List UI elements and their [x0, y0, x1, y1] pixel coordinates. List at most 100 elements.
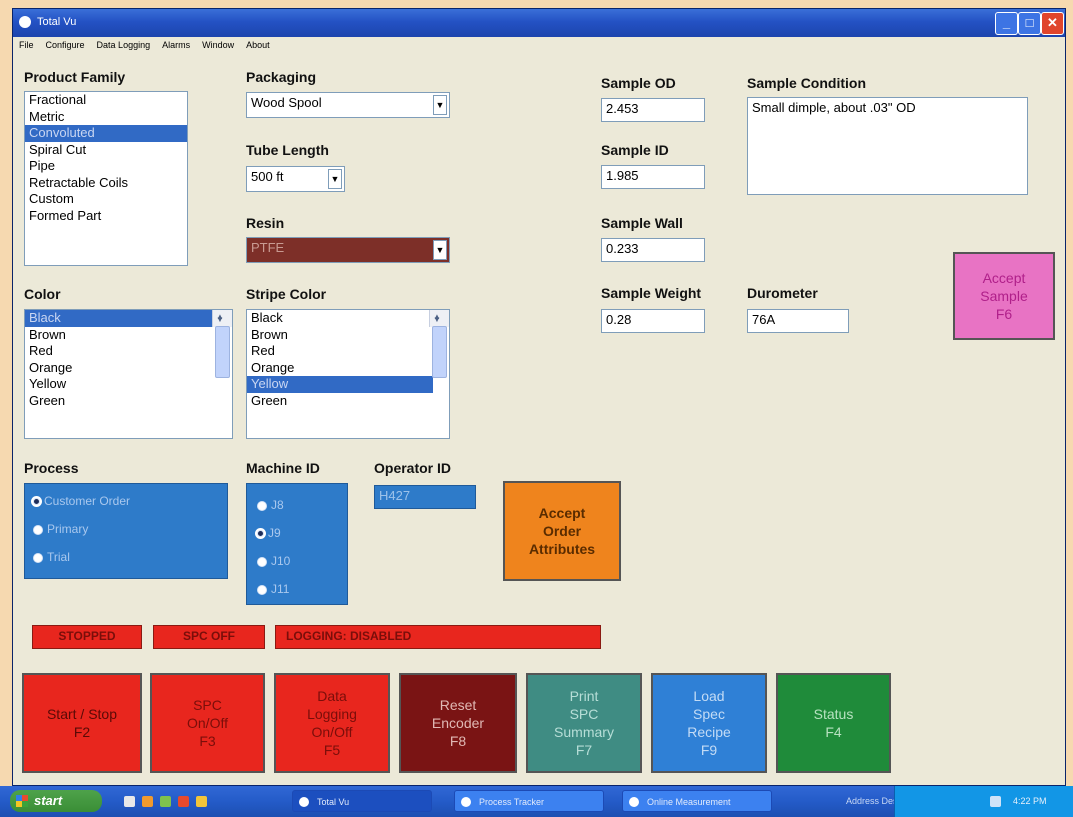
- machine-option-j9[interactable]: J9: [257, 526, 281, 540]
- spc-toggle-button[interactable]: SPC On/Off F3: [150, 673, 265, 773]
- radio-icon: [33, 524, 43, 535]
- quicklaunch-icon[interactable]: [178, 796, 189, 807]
- list-item[interactable]: Retractable Coils: [25, 175, 187, 192]
- durometer-label: Durometer: [747, 285, 818, 301]
- process-option-primary[interactable]: Primary: [33, 522, 88, 536]
- scrollbar[interactable]: ▲ ▼: [212, 310, 232, 378]
- scroll-thumb[interactable]: [215, 326, 230, 378]
- main-window: Total Vu _ □ ✕ File Configure Data Logging…: [12, 8, 1066, 786]
- print-spc-summary-button[interactable]: Print SPC Summary F7: [526, 673, 642, 773]
- system-tray: 4:22 PM: [894, 786, 1073, 817]
- sample-od-field[interactable]: 2.453: [601, 98, 705, 122]
- option-label: J11: [271, 582, 290, 596]
- list-item[interactable]: Custom: [25, 191, 187, 208]
- maximize-button[interactable]: □: [1018, 12, 1041, 35]
- reset-encoder-button[interactable]: Reset Encoder F8: [399, 673, 517, 773]
- accept-order-attributes-button[interactable]: Accept Order Attributes: [503, 481, 621, 581]
- list-item[interactable]: Red: [25, 343, 232, 360]
- list-item[interactable]: Pipe: [25, 158, 187, 175]
- quicklaunch-icon[interactable]: [196, 796, 207, 807]
- color-list[interactable]: Black Brown Red Orange Yellow Green ▲ ▼: [24, 309, 233, 439]
- list-item-selected[interactable]: Yellow: [247, 376, 433, 393]
- accept-order-line: Accept: [538, 505, 586, 521]
- minimize-button[interactable]: _: [995, 12, 1018, 35]
- taskbar-task-process-tracker[interactable]: Process Tracker: [454, 790, 604, 812]
- sample-id-field[interactable]: 1.985: [601, 165, 705, 189]
- radio-icon: [257, 556, 267, 567]
- taskbar-task-total-vu[interactable]: Total Vu: [292, 790, 432, 812]
- list-item-selected[interactable]: Convoluted: [25, 125, 187, 142]
- process-option-trial[interactable]: Trial: [33, 550, 70, 564]
- list-item[interactable]: Orange: [25, 360, 232, 377]
- task-label: Online Measurement: [647, 797, 731, 807]
- sample-condition-textarea[interactable]: Small dimple, about .03" OD: [747, 97, 1028, 195]
- radio-icon: [257, 584, 267, 595]
- window-title: Total Vu: [37, 16, 77, 28]
- status-button[interactable]: Status F4: [776, 673, 891, 773]
- start-stop-button[interactable]: Start / Stop F2: [22, 673, 142, 773]
- button-line: SPC: [569, 706, 599, 722]
- list-item[interactable]: Red: [247, 343, 449, 360]
- scrollbar[interactable]: ▲ ▼: [429, 310, 449, 378]
- start-button[interactable]: start: [10, 790, 102, 812]
- list-item-selected[interactable]: Black: [25, 310, 216, 327]
- close-button[interactable]: ✕: [1041, 12, 1064, 35]
- quicklaunch-icon[interactable]: [160, 796, 171, 807]
- sample-weight-field[interactable]: 0.28: [601, 309, 705, 333]
- list-item[interactable]: Green: [247, 393, 449, 410]
- menu-data-logging[interactable]: Data Logging: [97, 40, 151, 50]
- list-item[interactable]: Fractional: [25, 92, 187, 109]
- packaging-label: Packaging: [246, 69, 317, 85]
- tray-icon[interactable]: [990, 796, 1001, 807]
- accept-sample-button[interactable]: Accept Sample F6: [953, 252, 1055, 340]
- packaging-select[interactable]: Wood Spool ▼: [246, 92, 450, 118]
- list-item[interactable]: Formed Part: [25, 208, 187, 225]
- quicklaunch-icon[interactable]: [142, 796, 153, 807]
- product-family-list[interactable]: Fractional Metric Convoluted Spiral Cut …: [24, 91, 188, 266]
- data-logging-toggle-button[interactable]: Data Logging On/Off F5: [274, 673, 390, 773]
- menu-about[interactable]: About: [246, 40, 270, 50]
- list-item[interactable]: Black: [247, 310, 449, 327]
- operator-id-field[interactable]: H427: [374, 485, 476, 509]
- sample-wall-field[interactable]: 0.233: [601, 238, 705, 262]
- operator-id-label: Operator ID: [374, 460, 452, 476]
- menu-window[interactable]: Window: [202, 40, 234, 50]
- list-item[interactable]: Orange: [247, 360, 449, 377]
- menu-alarms[interactable]: Alarms: [162, 40, 190, 50]
- quicklaunch-icon[interactable]: [124, 796, 135, 807]
- button-line: Print: [569, 688, 599, 704]
- chevron-down-icon[interactable]: ▼: [433, 240, 447, 260]
- scroll-down-icon[interactable]: ▼: [214, 314, 226, 326]
- option-label: Customer Order: [44, 494, 131, 508]
- list-item[interactable]: Metric: [25, 109, 187, 126]
- machine-id-radio-group: J8 J9 J10 J11: [246, 483, 348, 605]
- load-spec-recipe-button[interactable]: Load Spec Recipe F9: [651, 673, 767, 773]
- tube-length-label: Tube Length: [246, 142, 329, 158]
- resin-value: PTFE: [251, 240, 285, 255]
- task-label: Process Tracker: [479, 797, 545, 807]
- button-line: Spec: [693, 706, 725, 722]
- machine-option-j8[interactable]: J8: [257, 498, 284, 512]
- menu-file[interactable]: File: [19, 40, 34, 50]
- list-item[interactable]: Spiral Cut: [25, 142, 187, 159]
- accept-sample-line: Sample: [980, 288, 1028, 304]
- process-option-customer-order[interactable]: Customer Order: [33, 494, 130, 508]
- machine-option-j10[interactable]: J10: [257, 554, 290, 568]
- app-icon: [461, 797, 471, 807]
- chevron-down-icon[interactable]: ▼: [433, 95, 447, 115]
- menu-configure[interactable]: Configure: [46, 40, 85, 50]
- scroll-thumb[interactable]: [432, 326, 447, 378]
- scroll-down-icon[interactable]: ▼: [431, 314, 443, 326]
- chevron-down-icon[interactable]: ▼: [328, 169, 342, 189]
- taskbar-task-online-measurement[interactable]: Online Measurement: [622, 790, 772, 812]
- durometer-field[interactable]: 76A: [747, 309, 849, 333]
- list-item[interactable]: Brown: [25, 327, 232, 344]
- list-item[interactable]: Green: [25, 393, 232, 410]
- clock[interactable]: 4:22 PM: [1013, 786, 1047, 817]
- machine-option-j11[interactable]: J11: [257, 582, 289, 596]
- list-item[interactable]: Brown: [247, 327, 449, 344]
- tube-length-select[interactable]: 500 ft ▼: [246, 166, 345, 192]
- list-item[interactable]: Yellow: [25, 376, 232, 393]
- resin-select[interactable]: PTFE ▼: [246, 237, 450, 263]
- stripe-color-list[interactable]: Black Brown Red Orange Yellow Green ▲ ▼: [246, 309, 450, 439]
